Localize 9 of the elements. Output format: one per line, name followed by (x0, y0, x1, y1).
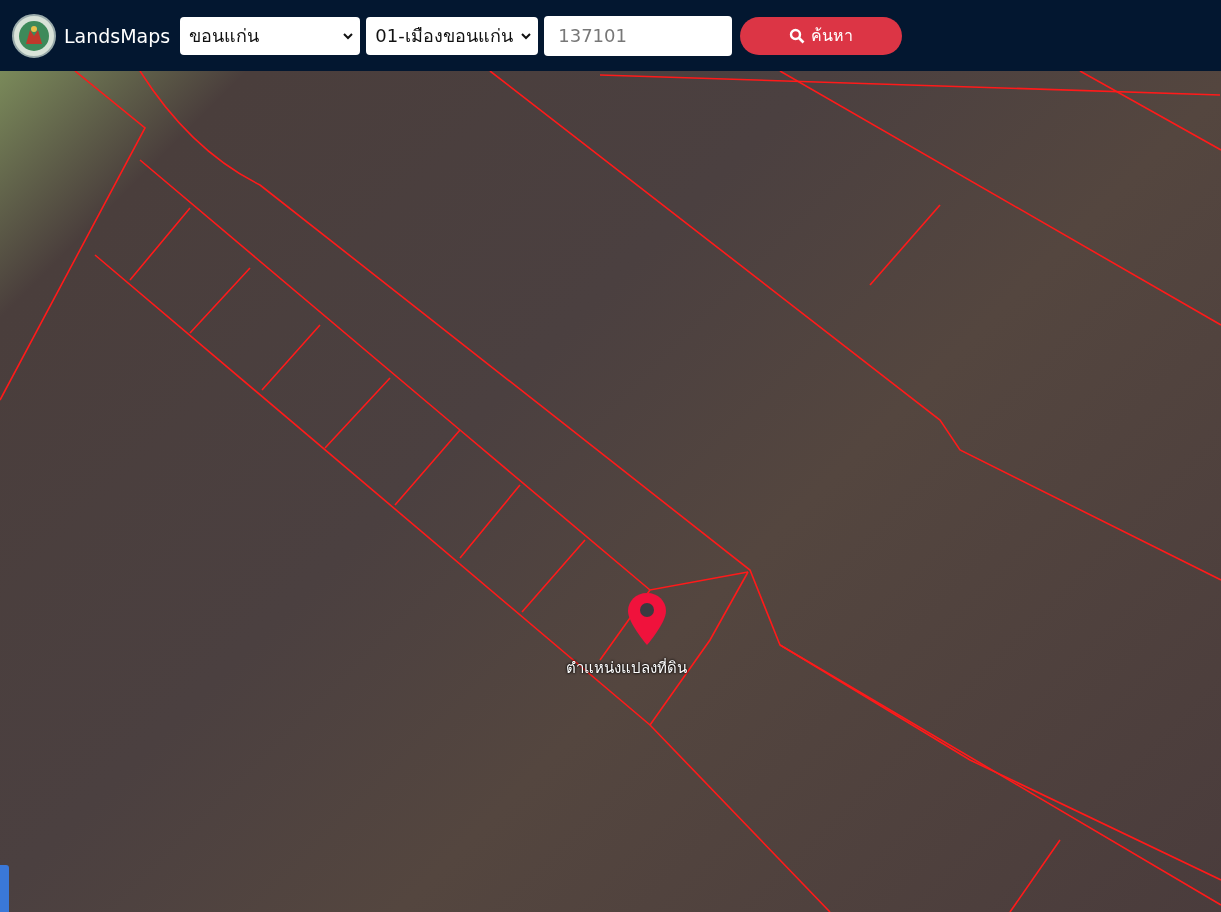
parcel-number-field[interactable]: 137101 (544, 15, 733, 56)
side-panel-tab[interactable] (0, 865, 9, 912)
district-select[interactable]: 01-เมืองขอนแก่น (366, 16, 539, 55)
province-select[interactable]: ขอนแก่น (180, 16, 361, 55)
location-pin-icon (626, 591, 668, 647)
search-button[interactable]: ค้นหา (740, 16, 903, 55)
emblem-logo-icon (12, 13, 56, 58)
brand-name: LandsMaps (64, 24, 171, 47)
search-icon (789, 27, 806, 44)
